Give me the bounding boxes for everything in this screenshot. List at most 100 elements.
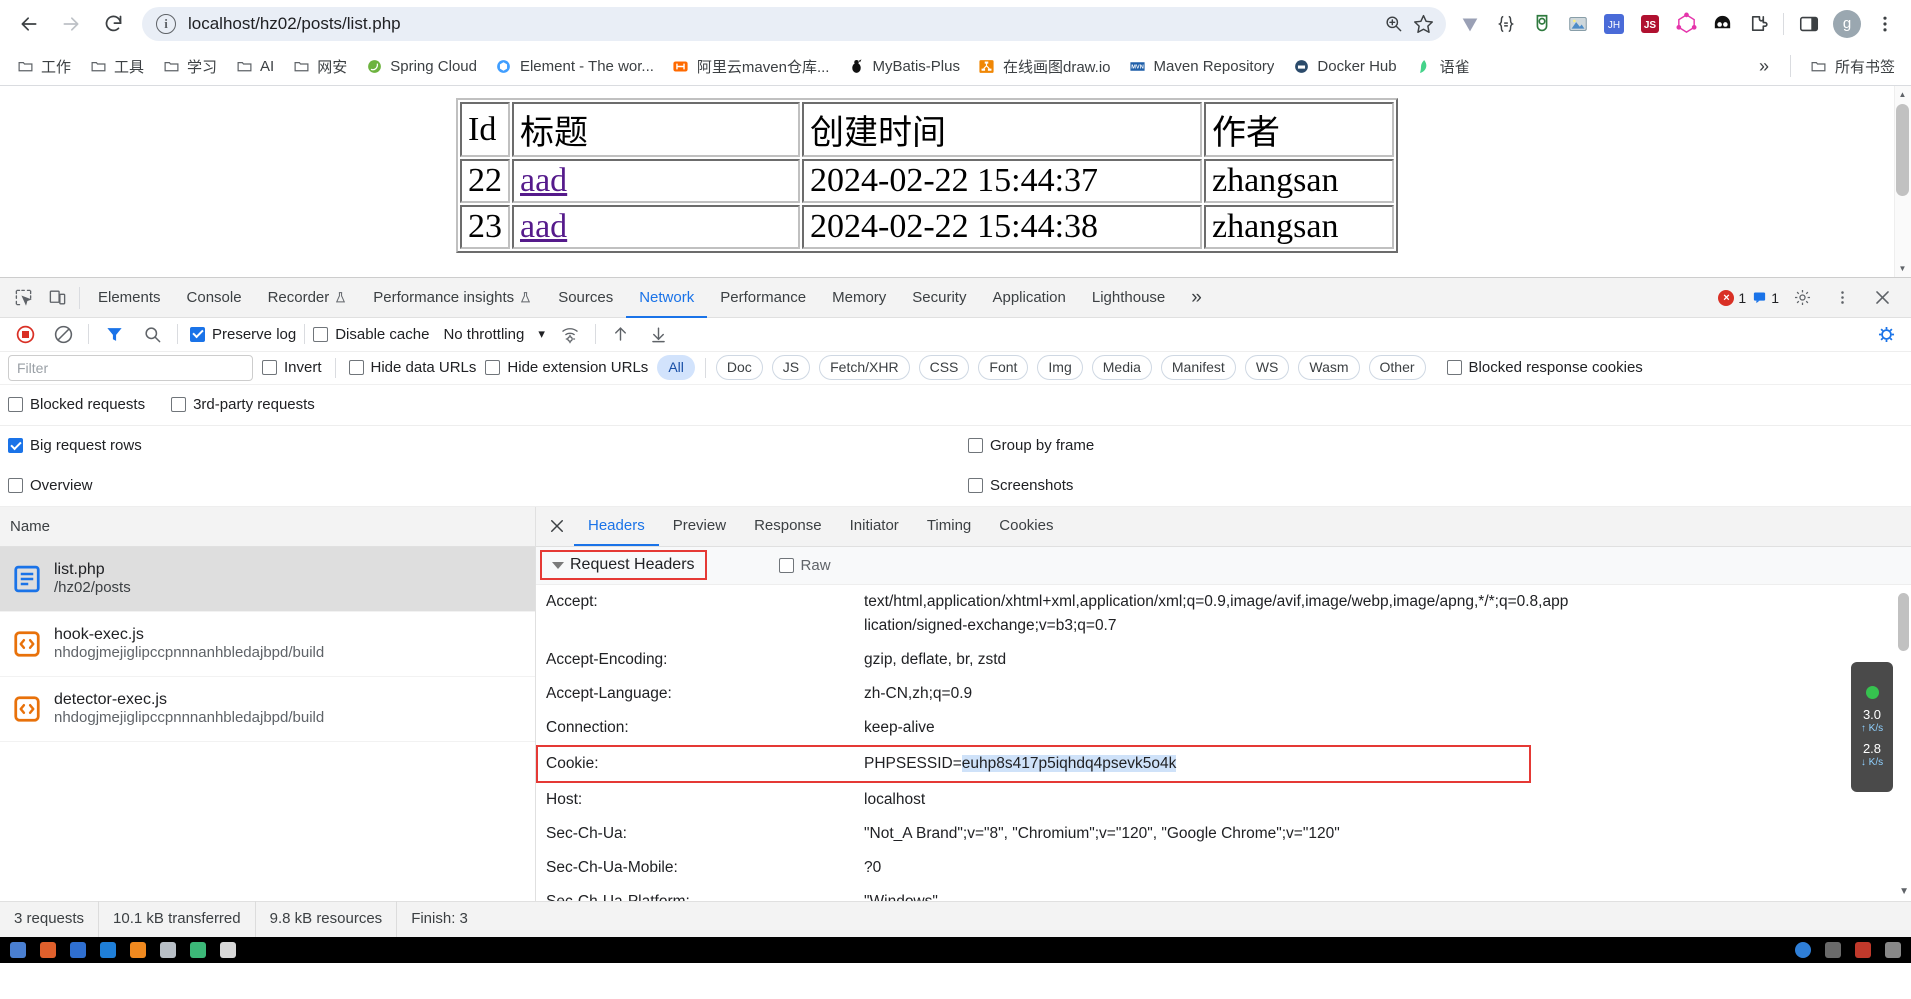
- tab-network[interactable]: Network: [626, 278, 707, 318]
- invert-checkbox[interactable]: Invert: [262, 359, 322, 376]
- checkbox-box[interactable]: [348, 360, 364, 376]
- scroll-up-arrow[interactable]: ▲: [1894, 86, 1911, 103]
- taskbar-icon[interactable]: [190, 942, 206, 958]
- checkbox-box[interactable]: [1446, 360, 1462, 376]
- search-icon[interactable]: [135, 319, 169, 349]
- tab-sources[interactable]: Sources: [545, 278, 626, 318]
- bookmark-item-element[interactable]: Element - The wor...: [487, 53, 662, 79]
- import-har-icon[interactable]: [604, 319, 638, 349]
- puzzle-extension-icon[interactable]: [1742, 8, 1774, 40]
- checkbox-box[interactable]: [171, 397, 187, 413]
- request-headers-section-title[interactable]: Request Headers: [540, 550, 707, 581]
- bookmark-item-docker-hub[interactable]: Docker Hub: [1284, 53, 1404, 79]
- taskbar-tray-icon[interactable]: [1885, 942, 1901, 958]
- header-value[interactable]: PHPSESSID=euhp8s417p5iqhdq4psevk5o4k: [864, 752, 1529, 776]
- taskbar-icon[interactable]: [100, 942, 116, 958]
- network-settings-gear-icon[interactable]: [1869, 319, 1903, 349]
- hide-extension-urls-checkbox[interactable]: Hide extension URLs: [485, 359, 648, 376]
- json-viewer-icon[interactable]: [1490, 8, 1522, 40]
- checkbox-box[interactable]: [968, 438, 983, 454]
- filter-funnel-icon[interactable]: [97, 319, 131, 349]
- close-icon[interactable]: [540, 511, 574, 541]
- checkbox-box[interactable]: [8, 438, 23, 454]
- bookmark-item-netsec[interactable]: 网安: [284, 52, 355, 81]
- tab-performance[interactable]: Performance: [707, 278, 819, 318]
- graphql-icon[interactable]: [1670, 8, 1702, 40]
- bookmark-item-mybatis-plus[interactable]: MyBatis-Plus: [839, 53, 968, 79]
- taskbar-icon[interactable]: [70, 942, 86, 958]
- detail-tab-response[interactable]: Response: [740, 506, 836, 546]
- reload-button[interactable]: [94, 5, 132, 43]
- close-icon[interactable]: [1865, 283, 1899, 313]
- request-row-list-php[interactable]: list.php /hz02/posts: [0, 546, 535, 612]
- request-row-hook-exec-js[interactable]: hook-exec.js nhdogjmejiglipccpnnnanhbled…: [0, 612, 535, 677]
- group-by-frame-checkbox[interactable]: Group by frame: [968, 437, 1094, 454]
- checkbox-box[interactable]: [190, 326, 205, 342]
- record-stop-icon[interactable]: [8, 319, 42, 349]
- bookmark-item-ai[interactable]: AI: [227, 53, 282, 79]
- header-value[interactable]: gzip, deflate, br, zstd: [864, 648, 1911, 672]
- type-filter-font[interactable]: Font: [978, 355, 1029, 381]
- detail-tab-cookies[interactable]: Cookies: [985, 506, 1067, 546]
- v-extension-icon[interactable]: [1454, 8, 1486, 40]
- blocked-requests-checkbox[interactable]: Blocked requests: [8, 396, 145, 413]
- taskbar-icon[interactable]: [40, 942, 56, 958]
- chevron-down-icon[interactable]: ▾: [538, 326, 545, 342]
- hide-data-urls-checkbox[interactable]: Hide data URLs: [348, 359, 476, 376]
- filter-input[interactable]: [8, 354, 253, 381]
- bookmark-item-yuque[interactable]: 语雀: [1407, 52, 1478, 81]
- tab-elements[interactable]: Elements: [85, 278, 174, 318]
- taskbar-icon[interactable]: [10, 942, 26, 958]
- detail-tab-timing[interactable]: Timing: [913, 506, 985, 546]
- scroll-down-arrow[interactable]: ▼: [1899, 886, 1909, 897]
- type-filter-fetch-xhr[interactable]: Fetch/XHR: [819, 355, 910, 381]
- third-party-requests-checkbox[interactable]: 3rd-party requests: [171, 396, 315, 413]
- inspect-element-icon[interactable]: [6, 283, 40, 313]
- wappalyzer-icon[interactable]: [1526, 8, 1558, 40]
- clear-icon[interactable]: [46, 319, 80, 349]
- tab-recorder[interactable]: Recorder: [255, 278, 361, 318]
- preserve-log-checkbox[interactable]: Preserve log: [190, 326, 296, 343]
- type-filter-img[interactable]: Img: [1037, 355, 1083, 381]
- more-tabs-button[interactable]: »: [1178, 278, 1215, 318]
- tab-application[interactable]: Application: [979, 278, 1078, 318]
- throttling-select[interactable]: No throttling ▾: [443, 326, 544, 343]
- header-value[interactable]: "Not_A Brand";v="8", "Chromium";v="120",…: [864, 822, 1911, 846]
- bookmark-item-aliyun-maven[interactable]: 阿里云maven仓库...: [664, 52, 838, 81]
- bookmark-item-spring-cloud[interactable]: Spring Cloud: [357, 53, 485, 79]
- bookmark-item-drawio[interactable]: 在线画图draw.io: [970, 52, 1119, 81]
- address-bar[interactable]: i localhost/hz02/posts/list.php: [142, 6, 1446, 41]
- raw-toggle-checkbox[interactable]: Raw: [778, 557, 831, 574]
- image-extension-icon[interactable]: [1562, 8, 1594, 40]
- detail-tab-headers[interactable]: Headers: [574, 506, 659, 546]
- post-title-link[interactable]: aad: [520, 208, 567, 245]
- header-value[interactable]: text/html,application/xhtml+xml,applicat…: [864, 590, 1911, 638]
- header-value[interactable]: zh-CN,zh;q=0.9: [864, 682, 1911, 706]
- zoom-icon[interactable]: [1378, 9, 1408, 39]
- overview-checkbox[interactable]: Overview: [8, 477, 968, 494]
- tab-performance-insights[interactable]: Performance insights: [360, 278, 545, 318]
- disable-cache-checkbox[interactable]: Disable cache: [313, 326, 429, 343]
- black-dots-icon[interactable]: [1706, 8, 1738, 40]
- tab-security[interactable]: Security: [899, 278, 979, 318]
- detail-tab-initiator[interactable]: Initiator: [836, 506, 913, 546]
- url-text[interactable]: localhost/hz02/posts/list.php: [188, 14, 1378, 34]
- scrollbar-thumb[interactable]: [1898, 592, 1909, 651]
- type-filter-media[interactable]: Media: [1091, 355, 1152, 381]
- type-filter-css[interactable]: CSS: [918, 355, 970, 381]
- cookie-session-value[interactable]: euhp8s417p5iqhdq4psevk5o4k: [961, 754, 1177, 772]
- scrollbar-thumb[interactable]: [1896, 104, 1909, 196]
- type-filter-other[interactable]: Other: [1368, 355, 1426, 381]
- network-conditions-icon[interactable]: [553, 319, 587, 349]
- taskbar-icon[interactable]: [130, 942, 146, 958]
- page-scrollbar[interactable]: ▲ ▼: [1894, 86, 1911, 277]
- forward-button[interactable]: [52, 5, 90, 43]
- side-panel-icon[interactable]: [1793, 8, 1825, 40]
- bookmark-item-maven-repository[interactable]: MVN Maven Repository: [1121, 53, 1283, 79]
- big-request-rows-checkbox[interactable]: Big request rows: [8, 437, 968, 454]
- taskbar-icon[interactable]: [160, 942, 176, 958]
- message-badge[interactable]: 1: [1752, 290, 1779, 306]
- taskbar-icon[interactable]: [220, 942, 236, 958]
- header-value[interactable]: localhost: [864, 788, 1911, 812]
- bookmark-item-tools[interactable]: 工具: [81, 52, 152, 81]
